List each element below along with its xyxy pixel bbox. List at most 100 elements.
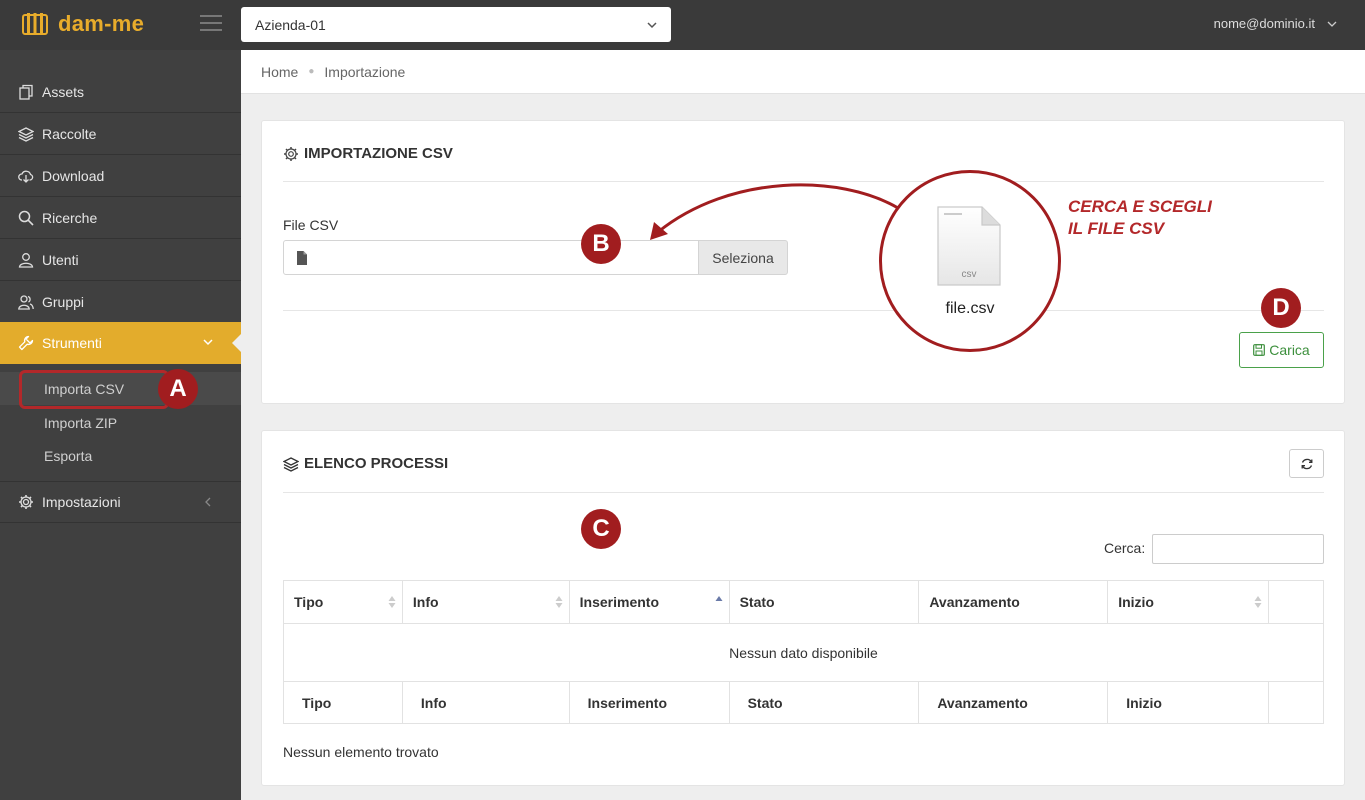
sidebar-item-raccolte[interactable]: Raccolte: [0, 113, 241, 155]
file-csv-input[interactable]: [283, 240, 699, 275]
logo-icon: [22, 13, 48, 35]
column-footer-inizio: Inizio: [1107, 681, 1269, 724]
annotation-highlight-importa-csv: [19, 370, 169, 409]
wrench-icon: [18, 335, 34, 351]
annotation-badge-b: B: [581, 224, 621, 264]
process-table: Tipo Info Inserimento Stato Avanzamento …: [283, 580, 1324, 724]
sidebar: Assets Raccolte Download Ricerche Utenti…: [0, 50, 241, 800]
menu-toggle-button[interactable]: [200, 15, 222, 33]
sidebar-item-label: Download: [42, 167, 105, 184]
file-icon: [297, 250, 307, 265]
file-csv-label: File CSV: [283, 217, 339, 233]
empty-message: Nessun dato disponibile: [283, 623, 1324, 682]
column-footer-actions: [1268, 681, 1324, 724]
search-label: Cerca:: [1104, 540, 1146, 556]
sidebar-item-label: Assets: [42, 83, 85, 100]
annotation-badge-d: D: [1261, 288, 1301, 328]
refresh-button[interactable]: [1289, 449, 1324, 478]
sidebar-item-label: Raccolte: [42, 125, 97, 142]
gear-icon: [19, 495, 33, 509]
annotation-arrow: [650, 183, 899, 240]
column-header-label: Inizio: [1118, 594, 1154, 610]
layers-icon: [18, 126, 34, 142]
top-bar: dam-me Azienda-01 nome@dominio.it: [0, 0, 1365, 50]
company-select[interactable]: Azienda-01: [241, 7, 671, 42]
sidebar-item-label: Strumenti: [42, 335, 102, 351]
hamburger-line: [200, 29, 222, 31]
process-card-title-text: ELENCO PROCESSI: [304, 455, 449, 472]
user-icon: [18, 252, 34, 268]
sort-icon: [555, 596, 563, 608]
sidebar-item-impostazioni[interactable]: Impostazioni: [0, 481, 241, 523]
table-header-row: Tipo Info Inserimento Stato Avanzamento …: [283, 580, 1324, 624]
gear-icon: [284, 146, 298, 161]
sidebar-subitem-esporta[interactable]: Esporta: [0, 439, 241, 472]
search-input[interactable]: [1152, 534, 1324, 564]
layers-icon: [283, 456, 299, 472]
column-header-avanzamento[interactable]: Avanzamento: [918, 580, 1109, 624]
group-icon: [18, 294, 34, 310]
sidebar-item-strumenti[interactable]: Strumenti: [0, 322, 241, 364]
upload-button-label: Carica: [1269, 342, 1310, 358]
import-card-title: IMPORTAZIONE CSV: [283, 145, 453, 162]
sidebar-item-label: Gruppi: [42, 293, 85, 310]
breadcrumb: Home ● Importazione: [241, 50, 1365, 94]
column-header-label: Inserimento: [579, 594, 660, 610]
column-footer-tipo: Tipo: [283, 681, 403, 724]
sidebar-item-utenti[interactable]: Utenti: [0, 239, 241, 281]
hamburger-line: [200, 22, 222, 24]
refresh-icon: [1301, 458, 1312, 469]
breadcrumb-home[interactable]: Home: [261, 64, 298, 80]
table-row: Nessun dato disponibile: [283, 623, 1324, 682]
column-header-tipo[interactable]: Tipo: [283, 580, 403, 624]
column-header-info[interactable]: Info: [401, 580, 570, 624]
app-logo[interactable]: dam-me: [22, 12, 144, 36]
annotation-callout-line2: IL FILE CSV: [1068, 219, 1165, 238]
column-footer-avanzamento: Avanzamento: [918, 681, 1109, 724]
table-footer-row: Tipo Info Inserimento Stato Avanzamento …: [283, 681, 1324, 724]
column-header-inizio[interactable]: Inizio: [1107, 580, 1269, 624]
sort-icon: [388, 596, 396, 608]
sort-asc-icon: [715, 596, 723, 601]
process-card-title: ELENCO PROCESSI: [283, 455, 448, 472]
sidebar-item-assets[interactable]: Assets: [0, 71, 241, 113]
sort-icon: [1254, 596, 1262, 608]
sidebar-item-label: Impostazioni: [42, 494, 121, 510]
column-header-actions: [1268, 580, 1324, 624]
sidebar-item-label: Utenti: [42, 251, 79, 268]
user-menu[interactable]: nome@dominio.it: [1214, 16, 1337, 31]
sidebar-item-gruppi[interactable]: Gruppi: [0, 281, 241, 323]
sidebar-subitem-label: Esporta: [44, 447, 93, 464]
chevron-down-icon: [1327, 21, 1337, 27]
csv-file-extension: csv: [962, 269, 977, 280]
sidebar-item-ricerche[interactable]: Ricerche: [0, 197, 241, 239]
annotation-badge-c: C: [581, 509, 621, 549]
company-select-value: Azienda-01: [255, 16, 326, 33]
sidebar-item-download[interactable]: Download: [0, 155, 241, 197]
upload-button[interactable]: Carica: [1239, 332, 1324, 368]
cloud-download-icon: [18, 170, 34, 183]
annotation-callout-text: CERCA E SCEGLI IL FILE CSV: [1068, 196, 1212, 240]
divider: [283, 310, 1324, 311]
breadcrumb-current: Importazione: [324, 63, 406, 80]
import-card-title-text: IMPORTAZIONE CSV: [304, 145, 453, 162]
annotation-file-name: file.csv: [945, 300, 995, 317]
column-footer-inserimento: Inserimento: [568, 681, 730, 724]
column-header-inserimento[interactable]: Inserimento: [568, 580, 730, 624]
divider: [283, 492, 1324, 493]
chevron-down-icon: [647, 21, 657, 28]
save-icon: [1253, 344, 1266, 356]
hamburger-icon: [200, 15, 222, 17]
sidebar-item-label: Ricerche: [42, 209, 98, 226]
sidebar-subitem-label: Importa ZIP: [44, 414, 118, 431]
column-header-label: Info: [412, 594, 439, 610]
breadcrumb-separator: ●: [308, 66, 315, 77]
table-info: Nessun elemento trovato: [283, 744, 439, 760]
annotation-badge-a: A: [158, 369, 198, 409]
column-footer-stato: Stato: [728, 681, 920, 724]
column-footer-info: Info: [401, 681, 570, 724]
csv-file-icon: csv: [937, 206, 1001, 286]
column-header-stato[interactable]: Stato: [728, 580, 920, 624]
assets-icon: [19, 84, 33, 100]
sidebar-subitem-importa-zip[interactable]: Importa ZIP: [0, 406, 241, 439]
